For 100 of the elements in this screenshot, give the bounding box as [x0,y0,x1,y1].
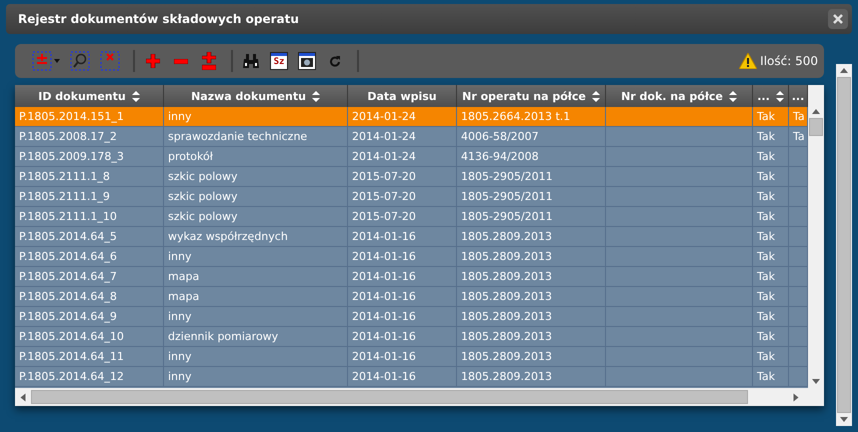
table-cell: 2014-01-24 [348,127,457,146]
sort-icon [132,90,140,102]
table-cell: wykaz współrzędnych [164,227,348,246]
table-cell: 4006-58/2007 [457,127,606,146]
table-cell: protokół [164,147,348,166]
vertical-scrollbar[interactable] [808,85,824,388]
table-cell: P.1805.2014.64_6 [15,247,164,266]
table-cell: 2014-01-16 [348,227,457,246]
table-row[interactable]: P.1805.2111.1_10 szkic polowy 2015-07-20 1805-2905/2011 Tak [15,207,808,227]
table-cell: P.1805.2014.64_8 [15,287,164,306]
table-cell: Tak [753,127,789,146]
table-row[interactable]: P.1805.2014.64_7 mapa 2014-01-16 1805.2809.2013 Tak [15,267,808,287]
table-cell: inny [164,107,348,126]
table-cell: 2014-01-24 [348,107,457,126]
table-row[interactable]: P.1805.2014.64_6 inny 2014-01-16 1805.2809.2013 Tak [15,247,808,267]
table-row[interactable]: P.1805.2014.64_5 wykaz współrzędnych 2014-01-16 1805.2809.2013 Tak [15,227,808,247]
minus-icon [174,58,188,64]
table-cell: Tak [753,367,789,386]
table-cell: dziennik pomiarowy [164,327,348,346]
camera-icon [298,52,316,70]
record-count: Ilość: 500 [760,54,818,68]
warning-icon [739,53,758,69]
window-scrollbar[interactable] [836,64,852,426]
add-document-icon [32,51,52,71]
table-cell: Tak [753,247,789,266]
table-cell: 1805-2905/2011 [457,167,606,186]
scroll-down-icon[interactable] [840,417,848,422]
table-cell: 2014-01-16 [348,347,457,366]
table-row[interactable]: P.1805.2014.151_1 inny 2014-01-24 1805.2664.2013 t.1 Tak Ta [15,107,808,127]
window-icon: Sz [270,52,288,70]
table-cell: 1805.2664.2013 t.1 [457,107,606,126]
table-cell: Tak [753,327,789,346]
table-cell: 1805-2905/2011 [457,207,606,226]
table-cell: 2014-01-16 [348,327,457,346]
refresh-icon [329,55,341,67]
binoculars-icon [242,53,260,69]
scroll-left-icon[interactable] [20,393,26,401]
table-cell: 1805.2809.2013 [457,267,606,286]
toolbar-button[interactable]: Sz [267,48,291,74]
table-cell: 2015-07-20 [348,207,457,226]
plus-icon [146,54,160,68]
table-cell: P.1805.2008.17_2 [15,127,164,146]
table-row[interactable]: P.1805.2014.64_10 dziennik pomiarowy 2014-01-16 1805.2809.2013 Tak [15,327,808,347]
scroll-up-icon[interactable] [812,109,820,114]
delete-document-icon [100,51,120,71]
table-cell: 2014-01-24 [348,147,457,166]
plus-minus-icon [202,52,216,70]
table-cell: 1805.2809.2013 [457,247,606,266]
table-cell: 2014-01-16 [348,247,457,266]
search-icon [70,51,90,71]
table-cell: P.1805.2014.64_10 [15,327,164,346]
table-row[interactable]: P.1805.2014.64_11 inny 2014-01-16 1805.2809.2013 Tak [15,347,808,367]
table-row[interactable]: P.1805.2009.178_3 protokół 2014-01-24 4136-94/2008 Tak [15,147,808,167]
window-title: Rejestr dokumentów składowych operatu [18,12,299,26]
table-cell: P.1805.2014.64_9 [15,307,164,326]
table-cell: inny [164,307,348,326]
scroll-thumb[interactable] [809,118,823,136]
table-row[interactable]: P.1805.2008.17_2 sprawozdanie techniczne 2014-01-24 4006-58/2007 Tak Ta [15,127,808,147]
table-cell: 1805.2809.2013 [457,347,606,366]
table-cell: inny [164,247,348,266]
scroll-down-icon[interactable] [812,379,820,384]
table-cell: P.1805.2111.1_9 [15,187,164,206]
table-cell: Tak [753,207,789,226]
table-cell: P.1805.2014.64_11 [15,347,164,366]
table-cell: P.1805.2111.1_8 [15,167,164,186]
table-row[interactable]: P.1805.2014.64_12 inny 2014-01-16 1805.2809.2013 Tak [15,367,808,387]
scroll-thumb[interactable] [31,390,748,404]
table-cell: 1805.2809.2013 [457,227,606,246]
table-cell: Tak [753,307,789,326]
table-cell: szkic polowy [164,207,348,226]
table-cell: Tak [753,107,789,126]
table-cell: 1805.2809.2013 [457,287,606,306]
horizontal-scrollbar[interactable] [15,388,824,406]
table-cell: P.1805.2014.64_5 [15,227,164,246]
table-row[interactable]: P.1805.2014.64_9 inny 2014-01-16 1805.2809.2013 Tak [15,307,808,327]
table-cell: 1805.2809.2013 [457,367,606,386]
table-cell: 2014-01-16 [348,267,457,286]
table-cell: 4136-94/2008 [457,147,606,166]
scroll-thumb[interactable] [837,77,851,413]
table-row[interactable]: P.1805.2111.1_8 szkic polowy 2015-07-20 1805-2905/2011 Tak [15,167,808,187]
close-button[interactable] [828,9,848,29]
table-cell: sprawozdanie techniczne [164,127,348,146]
table-cell: 2014-01-16 [348,307,457,326]
table-cell: Tak [753,187,789,206]
table-cell: Tak [753,227,789,246]
table-cell: P.1805.2009.178_3 [15,147,164,166]
table-cell: szkic polowy [164,187,348,206]
table-cell: Tak [753,147,789,166]
sort-icon [728,90,737,102]
table-cell: Tak [753,347,789,366]
table-row[interactable]: P.1805.2014.64_8 mapa 2014-01-16 1805.2809.2013 Tak [15,287,808,307]
table-cell: 2014-01-16 [348,367,457,386]
close-icon [833,14,843,24]
table-row[interactable]: P.1805.2111.1_9 szkic polowy 2015-07-20 1805-2905/2011 Tak [15,187,808,207]
table-cell: P.1805.2111.1_10 [15,207,164,226]
table-cell: mapa [164,287,348,306]
scroll-right-icon[interactable] [794,393,798,401]
scroll-up-icon[interactable] [840,68,848,73]
table-cell: 1805.2809.2013 [457,307,606,326]
table-cell: P.1805.2014.151_1 [15,107,164,126]
